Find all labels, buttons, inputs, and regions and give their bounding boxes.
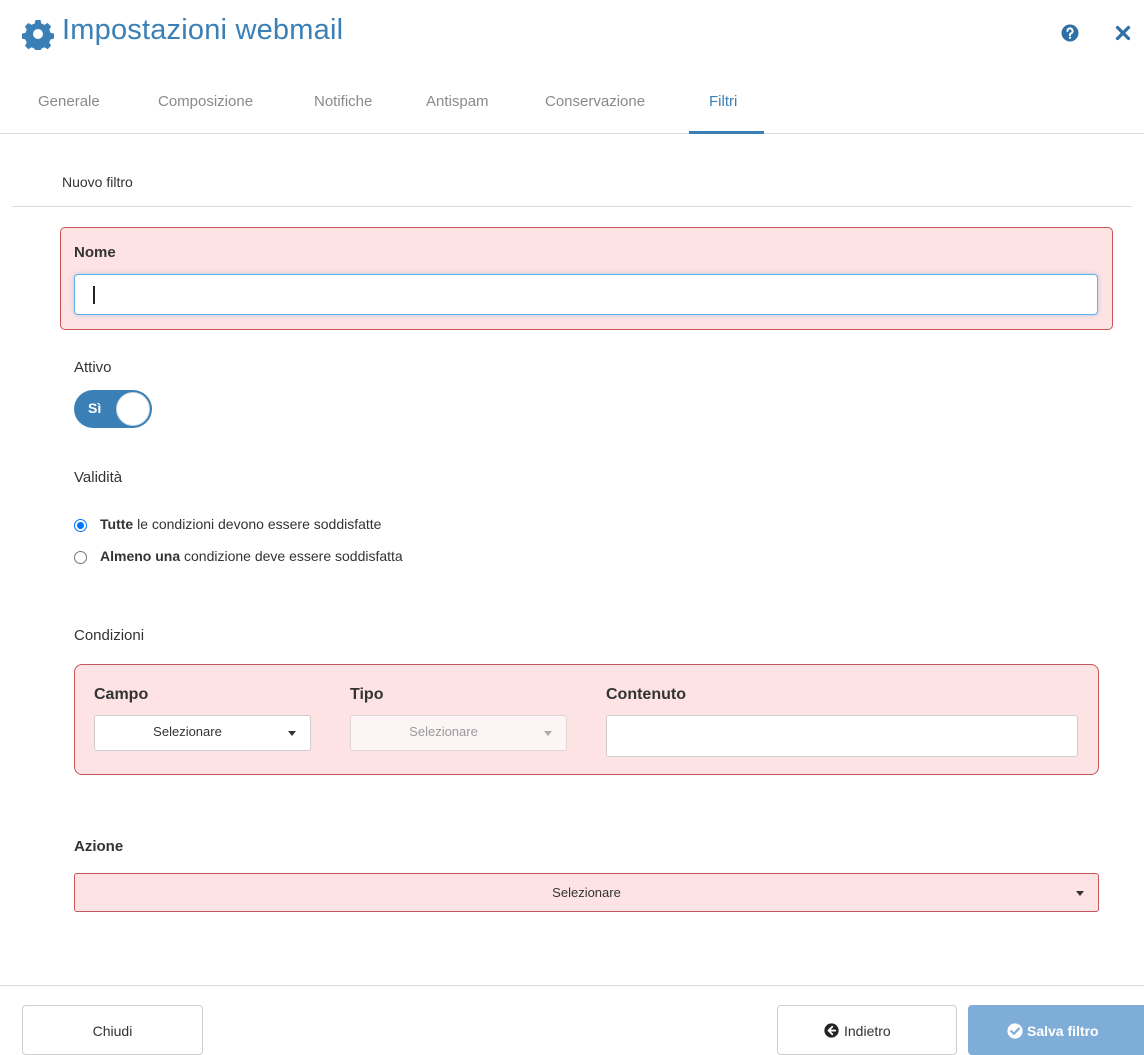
type-select: Selezionare	[350, 715, 567, 751]
radio-option-text: condizione deve essere soddisfatta	[180, 548, 403, 564]
arrow-left-circle-icon	[824, 1023, 839, 1038]
section-title: Nuovo filtro	[62, 174, 133, 190]
radio-option-bold: Tutte	[100, 516, 134, 532]
back-button-label: Indietro	[844, 1023, 891, 1039]
tab-notifiche[interactable]: Notifiche	[314, 93, 372, 110]
page-title: Impostazioni webmail	[62, 14, 344, 46]
name-label: Nome	[74, 244, 116, 261]
toggle-label: Sì	[88, 400, 102, 416]
tab-generale[interactable]: Generale	[38, 93, 100, 110]
check-circle-icon	[1007, 1023, 1023, 1039]
radio-button[interactable]	[74, 551, 87, 564]
save-button-label: Salva filtro	[1027, 1023, 1099, 1039]
radio-button-checked[interactable]	[74, 519, 87, 532]
question-circle-icon[interactable]	[1061, 24, 1079, 42]
close-button[interactable]: Chiudi	[22, 1005, 203, 1055]
text-cursor	[93, 286, 95, 304]
chevron-down-icon	[1076, 891, 1084, 896]
active-tab-indicator	[689, 131, 764, 134]
action-label: Azione	[74, 838, 124, 855]
radio-any-condition[interactable]: Almeno una condizione deve essere soddis…	[74, 547, 534, 569]
type-select-value: Selezionare	[409, 724, 478, 739]
back-button[interactable]: Indietro	[777, 1005, 957, 1055]
save-filter-button[interactable]: Salva filtro	[968, 1005, 1144, 1055]
field-select[interactable]: Selezionare	[94, 715, 311, 751]
content-input[interactable]	[606, 715, 1078, 757]
radio-all-conditions[interactable]: Tutte le condizioni devono essere soddis…	[74, 515, 534, 537]
tab-antispam[interactable]: Antispam	[426, 93, 489, 110]
section-header: Nuovo filtro	[12, 160, 1132, 207]
content-label: Contenuto	[606, 686, 686, 703]
tab-conservazione[interactable]: Conservazione	[545, 93, 645, 110]
radio-option-text: le condizioni devono essere soddisfatte	[133, 516, 382, 532]
toggle-knob	[116, 392, 150, 426]
dialog-header: Impostazioni webmail	[0, 0, 1144, 70]
settings-tabs: Generale Composizione Notifiche Antispam…	[0, 82, 1144, 134]
chevron-down-icon	[288, 731, 296, 736]
chevron-down-icon	[544, 731, 552, 736]
footer-divider	[0, 985, 1144, 986]
action-select-value: Selezionare	[552, 885, 621, 900]
action-select[interactable]: Selezionare	[74, 873, 1099, 912]
radio-option-bold: Almeno una	[100, 548, 181, 564]
tab-filtri[interactable]: Filtri	[709, 93, 737, 110]
close-button-label: Chiudi	[92, 1023, 133, 1039]
close-icon[interactable]	[1114, 24, 1132, 42]
name-input[interactable]	[74, 274, 1098, 315]
tab-composizione[interactable]: Composizione	[158, 93, 253, 110]
active-label: Attivo	[74, 359, 112, 376]
field-label: Campo	[94, 686, 149, 703]
type-label: Tipo	[350, 686, 384, 703]
validity-label: Validità	[74, 469, 123, 486]
active-toggle[interactable]: Sì	[74, 390, 152, 428]
field-select-value: Selezionare	[153, 724, 222, 739]
gear-icon	[22, 20, 54, 50]
conditions-label: Condizioni	[74, 627, 145, 644]
